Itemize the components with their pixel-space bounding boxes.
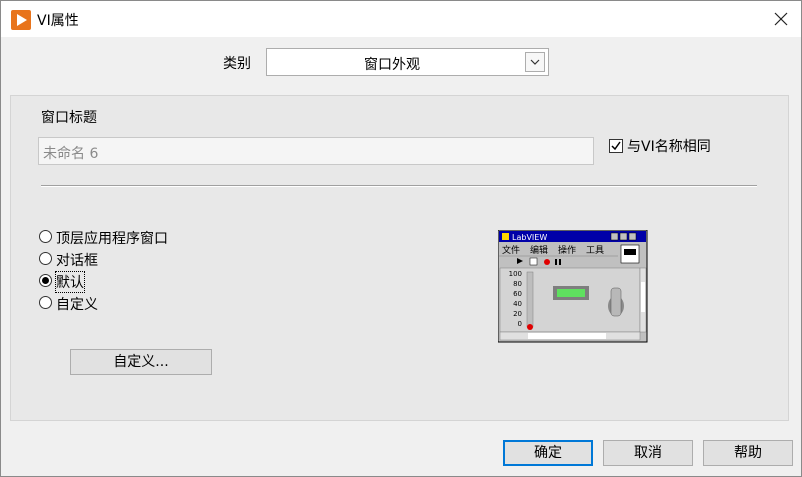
window-title: VI属性 <box>37 13 79 29</box>
close-icon[interactable] <box>769 7 793 31</box>
customize-button[interactable]: 自定义... <box>70 349 212 375</box>
preview-scale-60: 60 <box>513 290 522 298</box>
window-appearance-preview: LabVIEW 文件 编辑 操作 工具 100 80 60 40 20 0 <box>497 229 648 343</box>
radio-default[interactable] <box>39 274 52 287</box>
preview-menu-operate: 操作 <box>558 244 576 256</box>
cancel-button[interactable]: 取消 <box>603 440 693 466</box>
chevron-down-icon[interactable] <box>525 52 545 72</box>
preview-title: LabVIEW <box>512 233 547 242</box>
preview-scale-80: 80 <box>513 280 522 288</box>
preview-scale-100: 100 <box>509 270 522 278</box>
radio-default-label: 默认 <box>55 271 85 293</box>
preview-menu-tools: 工具 <box>586 245 604 256</box>
same-as-vi-name-label: 与VI名称相同 <box>627 139 711 155</box>
radio-top-level[interactable] <box>39 230 52 243</box>
preview-scale-0: 0 <box>518 320 522 328</box>
labview-app-icon <box>11 10 31 30</box>
same-as-vi-name-checkbox[interactable] <box>609 139 623 153</box>
divider <box>41 185 757 187</box>
preview-scale-20: 20 <box>513 310 522 318</box>
category-value: 窗口外观 <box>364 57 420 73</box>
radio-dialog[interactable] <box>39 252 52 265</box>
window-title-input[interactable]: 未命名 6 <box>38 137 594 165</box>
preview-scale-40: 40 <box>513 300 522 308</box>
category-select[interactable]: 窗口外观 <box>266 48 549 76</box>
category-label: 类别 <box>223 56 251 72</box>
radio-custom[interactable] <box>39 296 52 309</box>
preview-menu-edit: 编辑 <box>530 244 548 256</box>
help-button[interactable]: 帮助 <box>703 440 793 466</box>
vi-properties-dialog: VI属性 类别 窗口外观 窗口标题 未命名 6 与VI名称相同 顶层应用程序窗口… <box>0 0 802 477</box>
preview-menu-file: 文件 <box>502 244 520 256</box>
window-title-label: 窗口标题 <box>41 110 97 126</box>
radio-dialog-label: 对话框 <box>56 253 98 269</box>
radio-custom-label: 自定义 <box>56 297 98 313</box>
ok-button[interactable]: 确定 <box>503 440 593 466</box>
radio-top-level-label: 顶层应用程序窗口 <box>56 231 168 247</box>
title-bar: VI属性 <box>1 1 801 37</box>
